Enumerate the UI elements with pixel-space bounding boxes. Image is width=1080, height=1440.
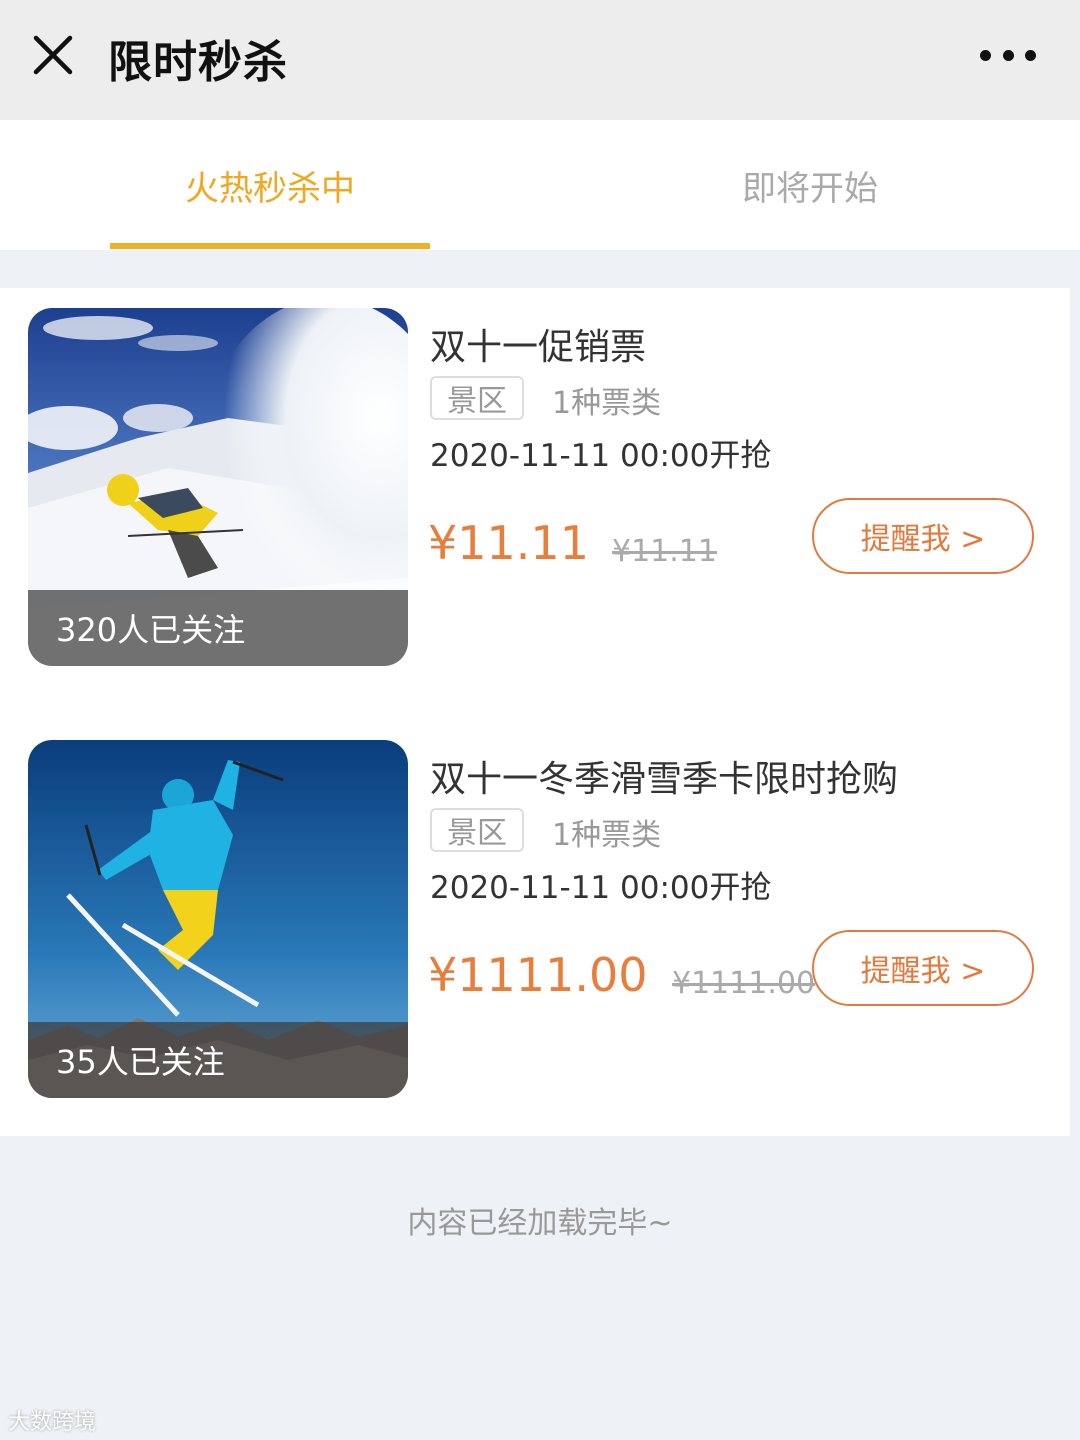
- tab-hot-flash-sale[interactable]: 火热秒杀中: [110, 120, 430, 250]
- original-price: ¥11.11: [612, 534, 717, 569]
- close-icon[interactable]: [28, 30, 78, 80]
- category-tag: 景区: [430, 376, 524, 420]
- item-title[interactable]: 双十一促销票: [430, 318, 646, 370]
- flash-sale-list: 320人已关注 双十一促销票 景区 1种票类 2020-11-11 00:00开…: [0, 288, 1070, 1136]
- list-item[interactable]: 320人已关注 双十一促销票 景区 1种票类 2020-11-11 00:00开…: [0, 288, 1070, 666]
- original-price: ¥1111.00: [672, 966, 816, 1001]
- remind-me-button[interactable]: 提醒我 >: [812, 498, 1034, 574]
- title-bar: 限时秒杀: [0, 0, 1080, 120]
- ticket-type-count: 1种票类: [552, 386, 662, 421]
- sale-price: ¥11.11: [428, 516, 589, 570]
- page-title: 限时秒杀: [108, 37, 288, 88]
- start-time: 2020-11-11 00:00开抢: [430, 438, 772, 474]
- ticket-type-count: 1种票类: [552, 818, 662, 853]
- tab-bar: 火热秒杀中 即将开始: [0, 120, 1080, 250]
- product-image[interactable]: 35人已关注: [28, 740, 408, 1098]
- follower-count: 320人已关注: [28, 590, 408, 666]
- sale-price: ¥1111.00: [428, 948, 648, 1002]
- active-tab-indicator: [110, 243, 430, 249]
- more-dots-icon[interactable]: [980, 40, 1036, 70]
- list-item[interactable]: 35人已关注 双十一冬季滑雪季卡限时抢购 景区 1种票类 2020-11-11 …: [0, 720, 1070, 1098]
- item-title[interactable]: 双十一冬季滑雪季卡限时抢购: [430, 750, 898, 802]
- product-image[interactable]: 320人已关注: [28, 308, 408, 666]
- remind-me-button[interactable]: 提醒我 >: [812, 930, 1034, 1006]
- load-complete-text: 内容已经加载完毕~: [407, 1206, 673, 1241]
- watermark-logo: 大数跨境: [8, 1410, 97, 1435]
- follower-count: 35人已关注: [28, 1022, 408, 1098]
- category-tag: 景区: [430, 808, 524, 852]
- start-time: 2020-11-11 00:00开抢: [430, 870, 772, 906]
- tab-coming-soon[interactable]: 即将开始: [650, 120, 970, 250]
